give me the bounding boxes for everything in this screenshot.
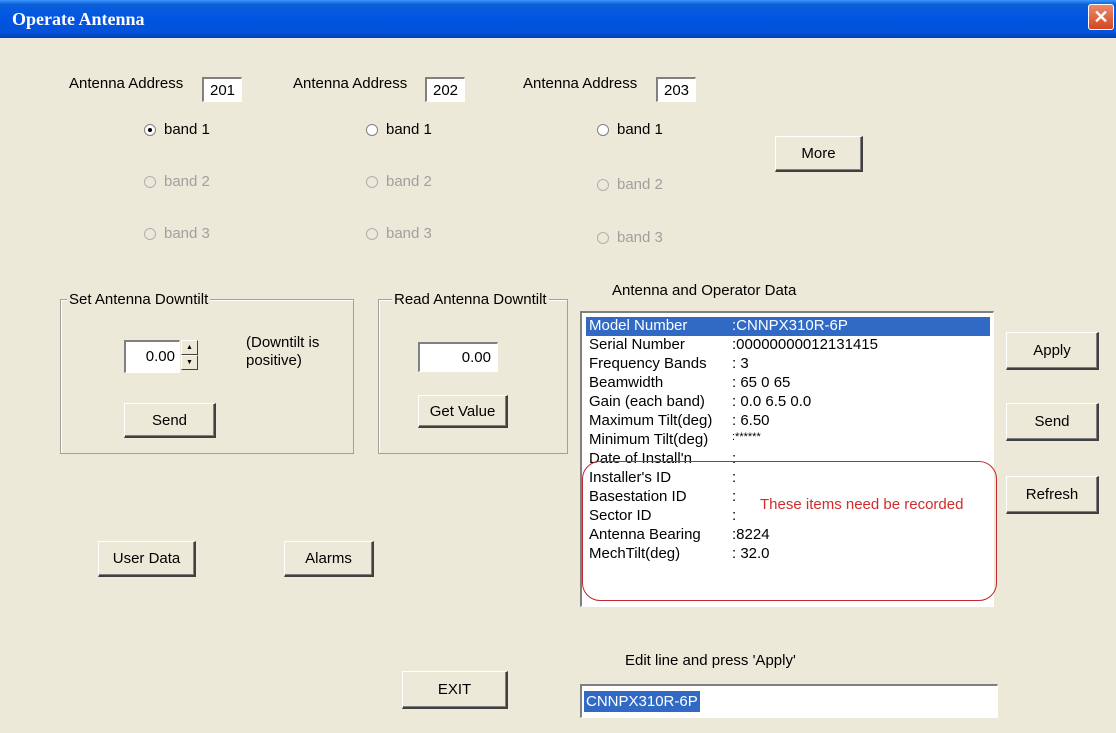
list-item[interactable]: Minimum Tilt(deg) :****** [586,431,990,450]
radio-icon [144,175,156,188]
downtilt-hint-line2: positive) [246,352,302,369]
list-item-value: : 65 0 65 [732,374,791,391]
send-button[interactable]: Send [1006,403,1099,441]
radio-antenna1-band1[interactable]: band 1 [144,121,210,138]
radio-label: band 2 [164,173,210,190]
list-item-value: : 0.0 6.5 0.0 [732,393,812,410]
send-downtilt-button[interactable]: Send [124,403,216,438]
radio-label: band 3 [386,225,432,242]
title-bar: Operate Antenna ✕ [0,0,1116,38]
user-data-button[interactable]: User Data [98,541,196,577]
data-panel-title: Antenna and Operator Data [612,282,797,299]
radio-label: band 3 [617,229,663,246]
spin-up-icon[interactable]: ▲ [181,340,198,355]
radio-icon [366,123,378,136]
list-item-key: Beamwidth [589,374,664,391]
radio-icon [144,227,156,240]
antenna-address-label-3: Antenna Address [523,75,638,92]
radio-label: band 3 [164,225,210,242]
set-downtilt-title: Set Antenna Downtilt [67,291,211,308]
list-item[interactable]: Frequency Bands : 3 [586,355,990,374]
radio-label: band 1 [386,121,432,138]
operate-antenna-window: Operate Antenna ✕ Antenna Address 201 ba… [0,0,1116,733]
recorded-items-note: These items need be recorded [760,496,964,513]
close-button[interactable]: ✕ [1088,4,1114,30]
radio-label: band 1 [164,121,210,138]
radio-icon [597,178,609,191]
radio-antenna3-band2[interactable]: band 2 [597,176,663,193]
radio-selected-icon [144,123,156,136]
edit-line-value: CNNPX310R-6P [584,691,700,712]
radio-icon [366,227,378,240]
radio-icon [597,231,609,244]
list-item-key: Gain (each band) [589,393,705,410]
radio-antenna2-band3[interactable]: band 3 [366,225,432,242]
list-item[interactable]: Gain (each band) : 0.0 6.5 0.0 [586,393,990,412]
list-item[interactable]: Maximum Tilt(deg) : 6.50 [586,412,990,431]
radio-antenna3-band3[interactable]: band 3 [597,229,663,246]
list-item-key: Frequency Bands [589,355,707,372]
radio-label: band 2 [617,176,663,193]
alarms-button[interactable]: Alarms [284,541,374,577]
radio-antenna1-band3[interactable]: band 3 [144,225,210,242]
edit-line-input[interactable]: CNNPX310R-6P [580,684,998,718]
spin-down-icon[interactable]: ▼ [181,355,198,370]
downtilt-read-field: 0.00 [418,342,498,372]
apply-button[interactable]: Apply [1006,332,1099,370]
list-item-value: :00000000012131415 [732,336,878,353]
antenna-address-input-1[interactable]: 201 [202,77,242,102]
window-title: Operate Antenna [12,9,145,29]
get-value-button[interactable]: Get Value [418,395,508,428]
list-item-key: Minimum Tilt(deg) [589,431,709,448]
list-item-key: Model Number [589,317,688,334]
downtilt-spinner[interactable]: ▲ ▼ [181,340,198,372]
radio-label: band 2 [386,173,432,190]
antenna-address-label-2: Antenna Address [293,75,408,92]
downtilt-read-value: 0.00 [461,349,491,366]
antenna-address-input-3[interactable]: 203 [656,77,696,102]
refresh-button[interactable]: Refresh [1006,476,1099,514]
edit-line-label: Edit line and press 'Apply' [625,652,796,669]
radio-label: band 1 [617,121,663,138]
list-item-value: :****** [732,431,761,443]
close-icon: ✕ [1093,7,1109,27]
list-item-value: : 3 [732,355,749,372]
radio-icon [597,123,609,136]
radio-antenna1-band2[interactable]: band 2 [144,173,210,190]
antenna-address-label-1: Antenna Address [69,75,184,92]
list-item-value: :CNNPX310R-6P [732,317,848,334]
more-button[interactable]: More [775,136,863,172]
list-item-value: : 6.50 [732,412,770,429]
radio-icon [366,175,378,188]
downtilt-hint-line1: (Downtilt is [246,334,320,351]
radio-antenna2-band1[interactable]: band 1 [366,121,432,138]
list-item[interactable]: Beamwidth : 65 0 65 [586,374,990,393]
antenna-address-input-2[interactable]: 202 [425,77,465,102]
downtilt-set-input[interactable]: 0.00 [124,340,180,373]
radio-antenna2-band2[interactable]: band 2 [366,173,432,190]
downtilt-set-value: 0.00 [145,348,175,365]
list-item-key: Maximum Tilt(deg) [589,412,713,429]
read-downtilt-group [378,299,568,454]
list-item-key: Serial Number [589,336,685,353]
radio-antenna3-band1[interactable]: band 1 [597,121,663,138]
list-item[interactable]: Model Number :CNNPX310R-6P [586,317,990,336]
exit-button[interactable]: EXIT [402,671,508,709]
recorded-items-highlight [582,461,997,601]
list-item[interactable]: Serial Number :00000000012131415 [586,336,990,355]
read-downtilt-title: Read Antenna Downtilt [392,291,549,308]
